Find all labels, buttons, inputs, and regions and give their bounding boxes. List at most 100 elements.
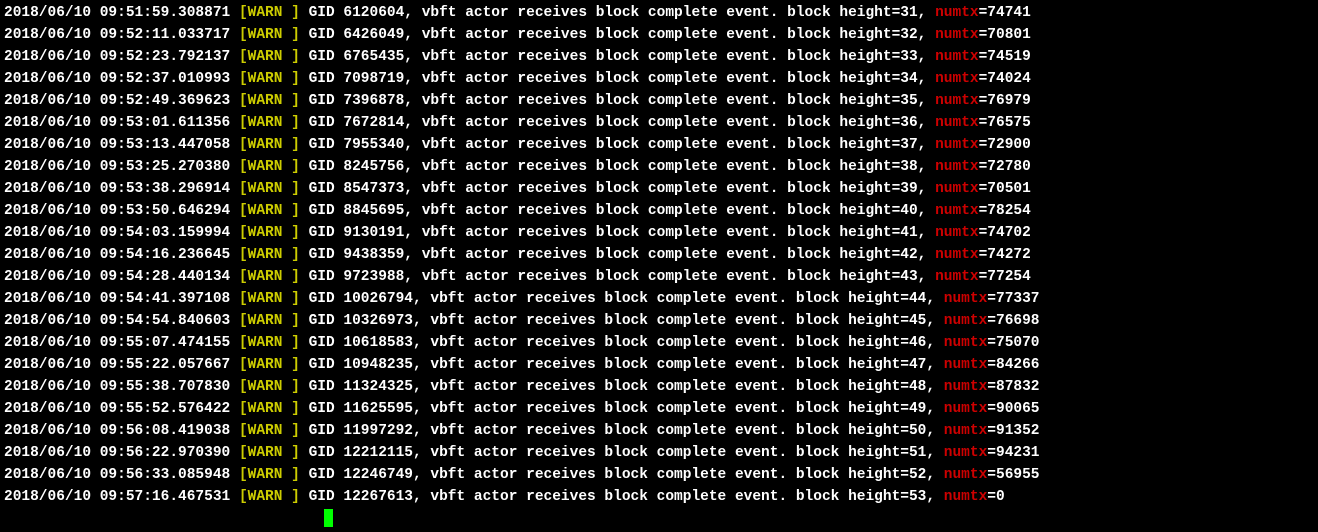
- numtx-value: =74519: [979, 49, 1031, 65]
- log-line: 2018/06/10 09:52:23.792137 [WARN ] GID 6…: [4, 46, 1314, 68]
- log-message: GID 7396878, vbft actor receives block c…: [300, 93, 935, 109]
- log-message: GID 9438359, vbft actor receives block c…: [300, 247, 935, 263]
- log-message: GID 8245756, vbft actor receives block c…: [300, 159, 935, 175]
- log-level: [WARN ]: [239, 71, 300, 87]
- log-level: [WARN ]: [239, 159, 300, 175]
- numtx-label: numtx: [935, 159, 979, 175]
- log-level: [WARN ]: [239, 5, 300, 21]
- log-level: [WARN ]: [239, 379, 300, 395]
- numtx-label: numtx: [944, 335, 988, 351]
- log-level: [WARN ]: [239, 137, 300, 153]
- log-line: 2018/06/10 09:53:25.270380 [WARN ] GID 8…: [4, 156, 1314, 178]
- log-level: [WARN ]: [239, 49, 300, 65]
- log-line: 2018/06/10 09:54:16.236645 [WARN ] GID 9…: [4, 244, 1314, 266]
- log-message: GID 11997292, vbft actor receives block …: [300, 423, 944, 439]
- numtx-value: =74024: [979, 71, 1031, 87]
- numtx-value: =78254: [979, 203, 1031, 219]
- numtx-value: =77337: [987, 291, 1039, 307]
- log-timestamp: 2018/06/10 09:56:33.085948: [4, 467, 230, 483]
- numtx-value: =76979: [979, 93, 1031, 109]
- log-line: 2018/06/10 09:52:37.010993 [WARN ] GID 7…: [4, 68, 1314, 90]
- log-timestamp: 2018/06/10 09:53:01.611356: [4, 115, 230, 131]
- log-timestamp: 2018/06/10 09:55:52.576422: [4, 401, 230, 417]
- numtx-label: numtx: [944, 401, 988, 417]
- numtx-label: numtx: [944, 357, 988, 373]
- log-timestamp: 2018/06/10 09:55:07.474155: [4, 335, 230, 351]
- log-level: [WARN ]: [239, 269, 300, 285]
- numtx-label: numtx: [944, 423, 988, 439]
- log-timestamp: 2018/06/10 09:53:25.270380: [4, 159, 230, 175]
- log-line: 2018/06/10 09:56:22.970390 [WARN ] GID 1…: [4, 442, 1314, 464]
- log-message: GID 12267613, vbft actor receives block …: [300, 489, 944, 505]
- terminal-log-output: 2018/06/10 09:51:59.308871 [WARN ] GID 6…: [4, 2, 1314, 508]
- numtx-label: numtx: [935, 247, 979, 263]
- log-level: [WARN ]: [239, 423, 300, 439]
- numtx-label: numtx: [935, 49, 979, 65]
- log-timestamp: 2018/06/10 09:53:13.447058: [4, 137, 230, 153]
- numtx-label: numtx: [935, 181, 979, 197]
- log-line: 2018/06/10 09:53:13.447058 [WARN ] GID 7…: [4, 134, 1314, 156]
- log-message: GID 6765435, vbft actor receives block c…: [300, 49, 935, 65]
- numtx-value: =91352: [987, 423, 1039, 439]
- log-timestamp: 2018/06/10 09:52:49.369623: [4, 93, 230, 109]
- log-level: [WARN ]: [239, 489, 300, 505]
- log-message: GID 9723988, vbft actor receives block c…: [300, 269, 935, 285]
- log-line: 2018/06/10 09:54:54.840603 [WARN ] GID 1…: [4, 310, 1314, 332]
- log-message: GID 7672814, vbft actor receives block c…: [300, 115, 935, 131]
- numtx-value: =74272: [979, 247, 1031, 263]
- log-message: GID 7955340, vbft actor receives block c…: [300, 137, 935, 153]
- log-message: GID 10948235, vbft actor receives block …: [300, 357, 944, 373]
- numtx-label: numtx: [944, 313, 988, 329]
- log-timestamp: 2018/06/10 09:52:37.010993: [4, 71, 230, 87]
- log-level: [WARN ]: [239, 225, 300, 241]
- log-message: GID 6120604, vbft actor receives block c…: [300, 5, 935, 21]
- numtx-value: =72900: [979, 137, 1031, 153]
- numtx-label: numtx: [944, 445, 988, 461]
- numtx-label: numtx: [944, 291, 988, 307]
- numtx-value: =84266: [987, 357, 1039, 373]
- numtx-label: numtx: [944, 467, 988, 483]
- numtx-label: numtx: [944, 489, 988, 505]
- log-level: [WARN ]: [239, 357, 300, 373]
- log-timestamp: 2018/06/10 09:52:11.033717: [4, 27, 230, 43]
- numtx-value: =76698: [987, 313, 1039, 329]
- log-level: [WARN ]: [239, 115, 300, 131]
- log-level: [WARN ]: [239, 467, 300, 483]
- log-level: [WARN ]: [239, 181, 300, 197]
- numtx-label: numtx: [935, 115, 979, 131]
- log-timestamp: 2018/06/10 09:54:28.440134: [4, 269, 230, 285]
- log-line: 2018/06/10 09:53:38.296914 [WARN ] GID 8…: [4, 178, 1314, 200]
- numtx-label: numtx: [935, 93, 979, 109]
- log-message: GID 8845695, vbft actor receives block c…: [300, 203, 935, 219]
- log-level: [WARN ]: [239, 291, 300, 307]
- numtx-value: =0: [987, 489, 1004, 505]
- numtx-value: =76575: [979, 115, 1031, 131]
- numtx-label: numtx: [935, 225, 979, 241]
- log-line: 2018/06/10 09:54:03.159994 [WARN ] GID 9…: [4, 222, 1314, 244]
- log-level: [WARN ]: [239, 27, 300, 43]
- numtx-label: numtx: [935, 71, 979, 87]
- log-timestamp: 2018/06/10 09:55:38.707830: [4, 379, 230, 395]
- log-line: 2018/06/10 09:57:16.467531 [WARN ] GID 1…: [4, 486, 1314, 508]
- log-line: 2018/06/10 09:55:38.707830 [WARN ] GID 1…: [4, 376, 1314, 398]
- numtx-value: =90065: [987, 401, 1039, 417]
- log-timestamp: 2018/06/10 09:54:41.397108: [4, 291, 230, 307]
- log-line: 2018/06/10 09:55:52.576422 [WARN ] GID 1…: [4, 398, 1314, 420]
- numtx-value: =75070: [987, 335, 1039, 351]
- terminal-cursor: [324, 509, 333, 527]
- log-message: GID 11324325, vbft actor receives block …: [300, 379, 944, 395]
- numtx-label: numtx: [935, 137, 979, 153]
- log-line: 2018/06/10 09:55:22.057667 [WARN ] GID 1…: [4, 354, 1314, 376]
- log-line: 2018/06/10 09:53:50.646294 [WARN ] GID 8…: [4, 200, 1314, 222]
- log-message: GID 12212115, vbft actor receives block …: [300, 445, 944, 461]
- log-line: 2018/06/10 09:55:07.474155 [WARN ] GID 1…: [4, 332, 1314, 354]
- numtx-label: numtx: [935, 269, 979, 285]
- log-message: GID 10618583, vbft actor receives block …: [300, 335, 944, 351]
- log-timestamp: 2018/06/10 09:56:22.970390: [4, 445, 230, 461]
- log-level: [WARN ]: [239, 313, 300, 329]
- cursor-line: [4, 508, 1314, 530]
- log-line: 2018/06/10 09:51:59.308871 [WARN ] GID 6…: [4, 2, 1314, 24]
- numtx-value: =74741: [979, 5, 1031, 21]
- log-level: [WARN ]: [239, 401, 300, 417]
- numtx-value: =74702: [979, 225, 1031, 241]
